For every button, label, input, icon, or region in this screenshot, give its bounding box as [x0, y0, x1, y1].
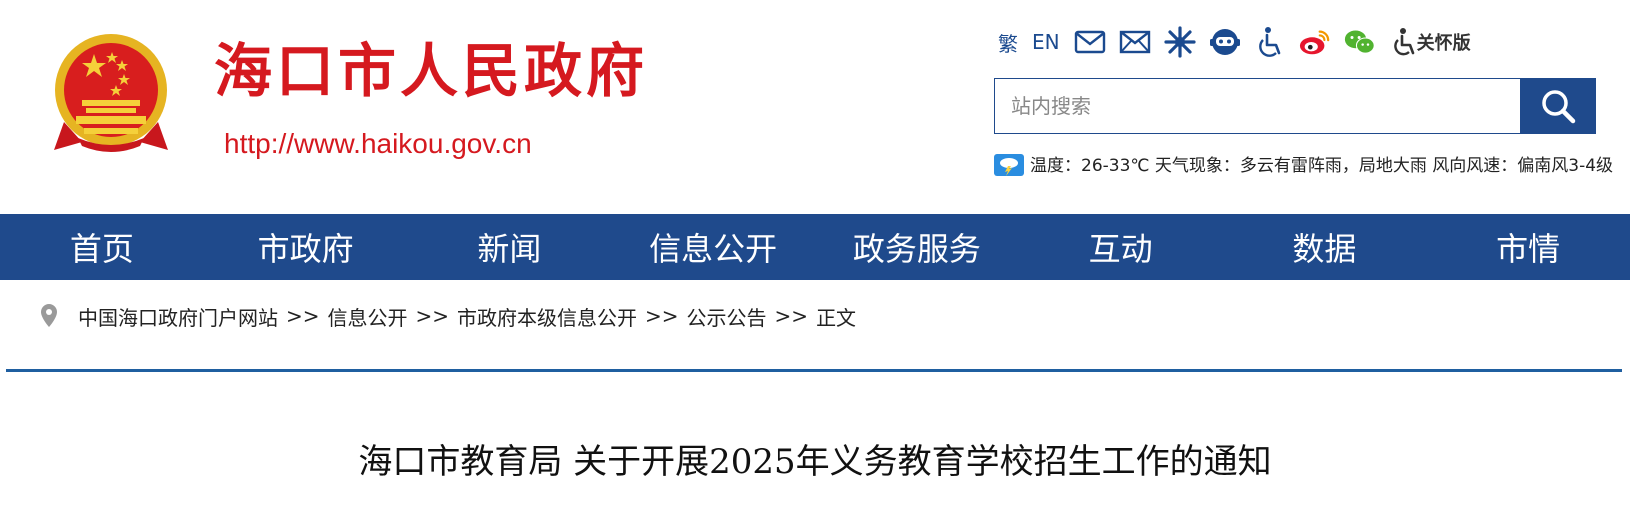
- weather-info: 温度：26-33℃ 天气现象：多云有雷阵雨，局地大雨 风向风速：偏南风3-4级: [994, 152, 1624, 180]
- nav-item-news[interactable]: 新闻: [408, 214, 612, 280]
- accessibility-icon[interactable]: [1254, 26, 1286, 58]
- article-title: 海口市教育局 关于开展2025年义务教育学校招生工作的通知: [358, 442, 1272, 482]
- top-toolbar: 繁 EN 关怀版: [998, 24, 1471, 60]
- nav-item-data[interactable]: 数据: [1223, 214, 1427, 280]
- english-link[interactable]: EN: [1032, 30, 1060, 54]
- search-box: [994, 78, 1524, 134]
- weather-text: 温度：26-33℃ 天气现象：多云有雷阵雨，局地大雨 风向风速：偏南风3-4级: [1030, 156, 1614, 176]
- care-mode-label: 关怀版: [1416, 33, 1471, 54]
- nav-item-information-disclosure[interactable]: 信息公开: [611, 214, 815, 280]
- content-divider: [6, 369, 1622, 372]
- asterisk-service-icon[interactable]: [1164, 26, 1196, 58]
- main-nav: 首页 市政府 新闻 信息公开 政务服务 互动 数据 市情: [0, 214, 1630, 280]
- nav-item-government-services[interactable]: 政务服务: [815, 214, 1019, 280]
- care-mode-button[interactable]: 关怀版: [1389, 27, 1471, 57]
- site-header: 海口市人民政府 http://www.haikou.gov.cn 繁 EN 关怀…: [0, 0, 1630, 214]
- breadcrumb-item-current: 正文: [816, 305, 857, 330]
- traditional-chinese-link[interactable]: 繁: [998, 28, 1018, 57]
- search-input[interactable]: [995, 79, 1515, 133]
- search-button[interactable]: [1520, 78, 1596, 134]
- mailbox-icon[interactable]: [1119, 26, 1151, 58]
- location-pin-icon: [41, 304, 57, 327]
- weibo-icon[interactable]: [1299, 26, 1331, 58]
- nav-item-city-government[interactable]: 市政府: [204, 214, 408, 280]
- breadcrumb: 中国海口政府门户网站 >> 信息公开 >> 市政府本级信息公开 >> 公示公告 …: [38, 300, 856, 332]
- breadcrumb-separator: >>: [415, 304, 450, 328]
- breadcrumb-item-announcements[interactable]: 公示公告: [687, 302, 767, 331]
- breadcrumb-item-city-level-disclosure[interactable]: 市政府本级信息公开: [457, 302, 637, 331]
- breadcrumb-separator: >>: [774, 304, 809, 328]
- wheelchair-icon: [1393, 28, 1414, 56]
- nav-item-interaction[interactable]: 互动: [1019, 214, 1223, 280]
- nav-item-city-profile[interactable]: 市情: [1426, 214, 1630, 280]
- breadcrumb-separator: >>: [645, 304, 679, 328]
- breadcrumb-item-portal[interactable]: 中国海口政府门户网站: [78, 302, 278, 331]
- wechat-icon[interactable]: [1344, 26, 1376, 58]
- breadcrumb-item-information-disclosure[interactable]: 信息公开: [328, 302, 408, 331]
- mail-icon[interactable]: [1074, 26, 1106, 58]
- breadcrumb-separator: >>: [286, 304, 320, 328]
- search-icon: [1542, 90, 1576, 124]
- thunderstorm-weather-icon: [994, 154, 1024, 176]
- site-name[interactable]: 海口市人民政府: [214, 36, 648, 106]
- national-emblem-icon[interactable]: [52, 30, 170, 162]
- robot-assistant-icon[interactable]: [1209, 26, 1241, 58]
- nav-item-home[interactable]: 首页: [0, 214, 204, 280]
- site-url[interactable]: http://www.haikou.gov.cn: [224, 128, 532, 160]
